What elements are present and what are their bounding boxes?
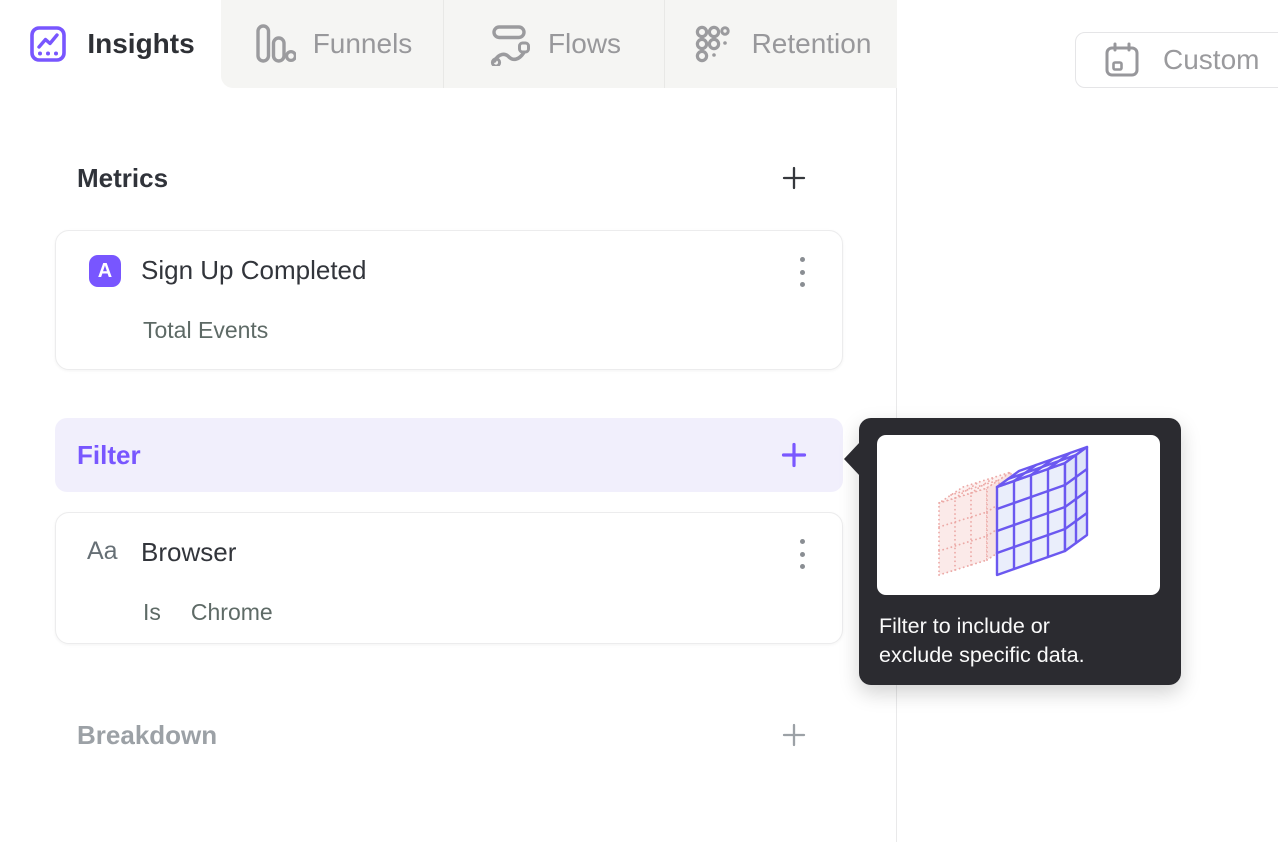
filter-tooltip: Filter to include or exclude specific da… [844,418,1181,685]
filter-operator: Is [143,599,161,625]
plus-icon [781,442,807,468]
filter-cube-illustration [877,435,1160,595]
tab-retention-label: Retention [751,28,872,59]
filter-kebab-menu-icon[interactable] [792,537,812,571]
add-breakdown-button[interactable] [781,722,807,748]
tooltip-text: Filter to include or exclude specific da… [879,614,1085,667]
tab-flows-label: Flows [547,28,622,59]
plus-icon [782,723,806,747]
filter-section-header: Filter [55,418,843,492]
metric-card[interactable]: A Sign Up Completed Total Events [55,230,843,370]
tab-retention[interactable]: Retention [664,0,897,88]
filter-card[interactable]: Aa Browser Is Chrome [55,512,843,644]
tab-funnels-label: Funnels [312,28,413,59]
retention-icon [691,22,735,66]
tab-insights-label: Insights [87,28,195,59]
tooltip-arrow [844,442,860,476]
calendar-icon [1103,40,1141,80]
tab-flows[interactable]: Flows [443,0,664,88]
add-metric-button[interactable] [781,165,807,191]
filter-property-name: Browser [141,537,237,567]
query-builder-panel: Insights Funnels Flows Retention Metrics… [0,0,897,842]
report-tabbar: Insights Funnels Flows Retention [0,0,897,88]
custom-date-range-button[interactable]: Custom [1075,32,1278,88]
metrics-section-title: Metrics [77,162,169,193]
plus-icon [782,166,806,190]
tab-funnels[interactable]: Funnels [221,0,443,88]
string-property-icon: Aa [87,537,118,565]
insights-report-builder: Insights Funnels Flows Retention Metrics… [0,0,1278,842]
funnels-icon [252,22,296,66]
custom-date-range-label: Custom [1163,44,1260,75]
metric-event-name: Sign Up Completed [141,255,367,285]
add-filter-button[interactable] [781,442,807,468]
metric-series-badge: A [89,255,121,287]
breakdown-section-title: Breakdown [77,719,218,750]
tab-insights[interactable]: Insights [0,0,221,88]
metric-aggregation[interactable]: Total Events [143,317,268,344]
filter-condition[interactable]: Is Chrome [143,599,273,626]
filter-section-title: Filter [77,439,141,470]
metric-kebab-menu-icon[interactable] [792,255,812,289]
metrics-section-header: Metrics [55,160,843,196]
filter-value: Chrome [190,599,273,625]
insights-icon [26,22,70,66]
breakdown-section-header: Breakdown [55,717,843,753]
flows-icon [487,22,531,66]
